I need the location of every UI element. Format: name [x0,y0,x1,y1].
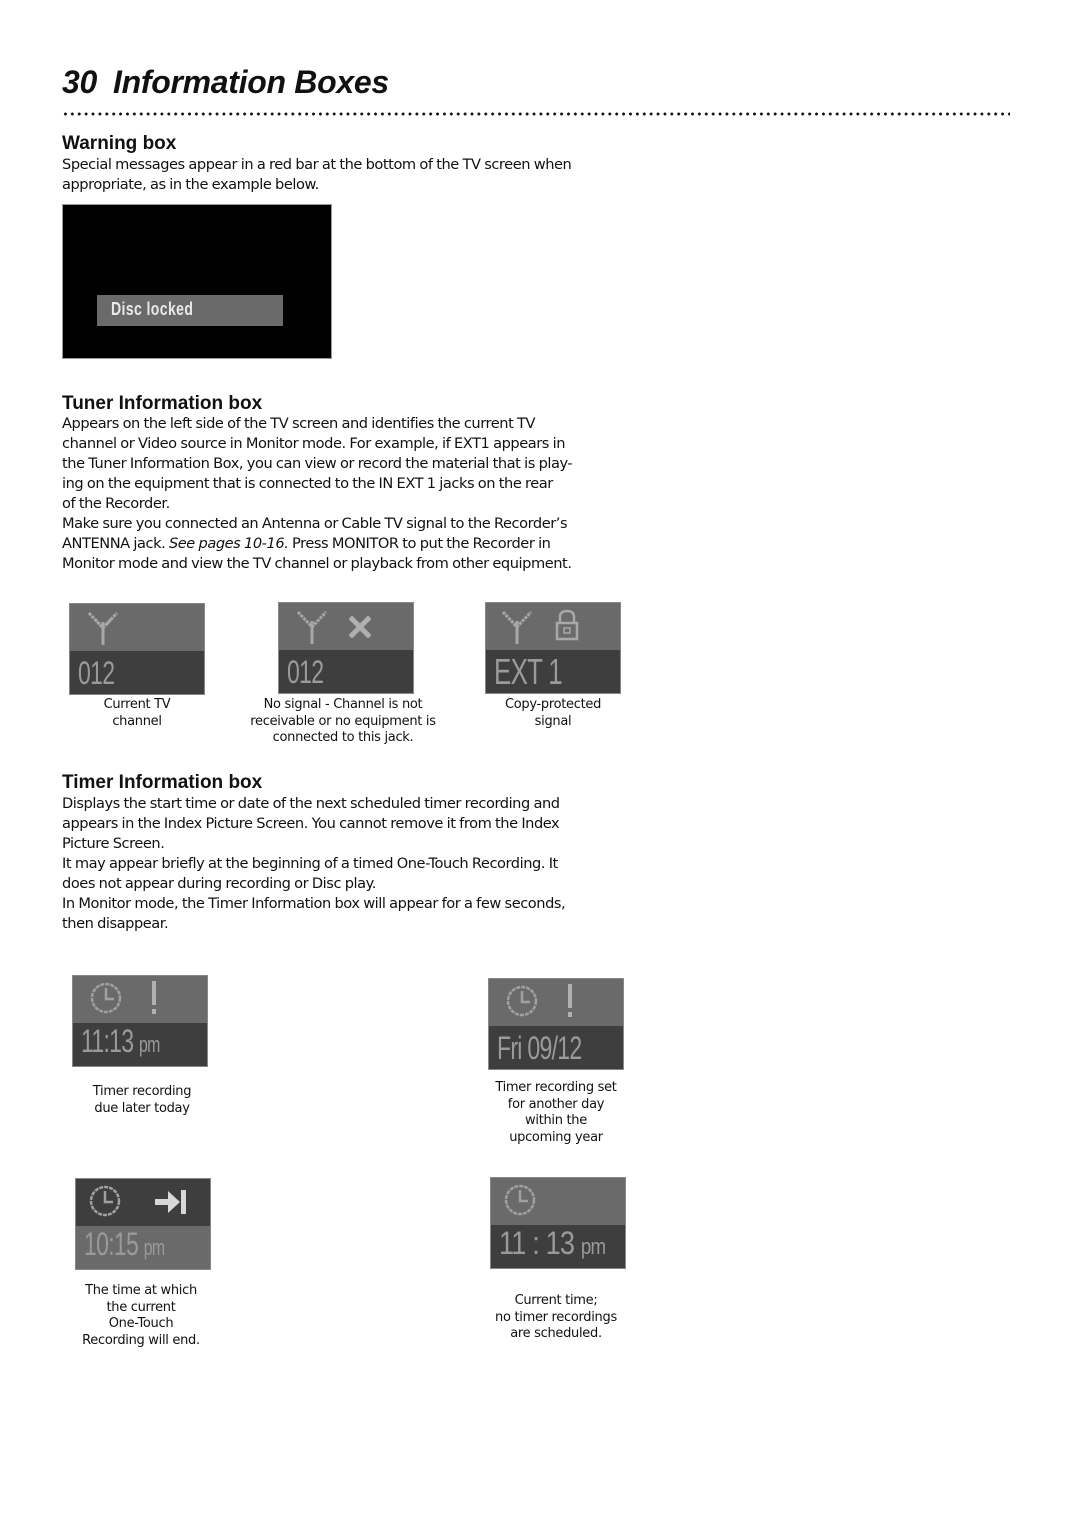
timer-box-caption: Timer recording due later today [62,1084,222,1117]
no-signal-x-icon [349,616,371,638]
text-line: does not appear during recording or Disc… [62,875,376,892]
text-line: Special messages appear in a red bar at … [62,156,572,173]
text-line: channel or Video source in Monitor mode.… [62,435,566,452]
text-line: In Monitor mode, the Timer Information b… [62,895,566,912]
timer-box-later-today: 11:13 pm [72,975,208,1067]
caption-line: are scheduled. [510,1326,602,1341]
timer-box-caption: Timer recording set for another day with… [476,1080,636,1146]
tuner-info-heading: Tuner Information box [62,393,263,414]
tuner-box-caption: Current TV channel [69,697,205,730]
tuner-info-description: Appears on the left side of the TV scree… [62,414,573,574]
channel-readout: 012 [78,655,115,691]
warning-message-text: Disc locked [111,299,194,319]
channel-readout: 012 [287,654,324,690]
current-time-readout: 11 : 13 pm [499,1224,606,1266]
clock-icon [89,1185,121,1217]
clock-icon [504,1184,536,1216]
lock-icon [555,609,579,641]
time-suffix: pm [143,1235,165,1260]
warning-box-heading: Warning box [62,133,177,154]
timer-info-description: Displays the start time or date of the n… [62,794,566,934]
timer-box-caption: The time at which the current One-Touch … [62,1283,220,1349]
end-time-readout: 10:15 pm [84,1225,165,1267]
text-line: the Tuner Information Box, you can view … [62,455,573,472]
time-readout: 11:13 pm [81,1022,160,1064]
text-line: appears in the Index Picture Screen. You… [62,815,560,832]
antenna-icon [501,610,533,644]
date-value: Fri 09/12 [497,1030,582,1066]
caption-line: upcoming year [509,1129,603,1145]
tuner-box-current-channel: 012 [69,603,205,695]
caption-line: No signal - Channel is not [263,697,423,712]
tuner-box-copy-protected: EXT 1 [485,602,621,694]
timer-box-one-touch-end: 10:15 pm [75,1178,211,1270]
caption-line: The time at which [85,1283,197,1298]
exclamation-icon [152,981,156,1014]
page-title: 30 Information Boxes [62,64,389,101]
caption-line: Timer recording set [495,1080,617,1095]
text-line: Displays the start time or date of the n… [62,795,560,812]
timer-box-caption: Current time; no timer recordings are sc… [476,1293,636,1343]
text-line: Appears on the left side of the TV scree… [62,415,536,432]
caption-line: Recording will end. [82,1332,200,1348]
caption-line: connected to this jack. [272,730,414,745]
tv-screen-example: Disc locked [62,204,332,359]
caption-line: Current TV [103,697,171,712]
text-line: ANTENNA jack. See pages 10-16. Press MON… [62,534,572,554]
caption-line: Timer recording [92,1084,192,1099]
page-reference: See pages 10-16. [168,535,289,552]
caption-line: receivable or no equipment is [250,713,436,729]
warning-box-description: Special messages appear in a red bar at … [62,155,572,195]
text-line: Monitor mode and view the TV channel or … [62,555,572,572]
text-line: Picture Screen. [62,835,165,852]
page-number: 30 [62,64,97,100]
skip-to-end-arrow-icon [155,1190,186,1214]
text-line: then disappear. [62,915,169,932]
antenna-icon [87,611,119,645]
caption-line: Current time; [514,1293,598,1308]
warning-message-bar: Disc locked [97,295,283,326]
timer-box-current-time: 11 : 13 pm [490,1177,626,1269]
dotted-divider [62,112,1010,116]
caption-line: Copy-protected [504,697,602,712]
page-title-text: Information Boxes [113,64,389,100]
caption-line: within the [525,1113,587,1128]
caption-line: the current [106,1299,176,1315]
tuner-box-caption: No signal - Channel is not receivable or… [238,697,448,747]
caption-line: due later today [94,1100,190,1116]
timer-box-another-day: Fri 09/12 [488,978,624,1070]
text-line: Make sure you connected an Antenna or Ca… [62,515,568,532]
text-line: of the Recorder. [62,495,170,512]
exclamation-icon [568,984,572,1017]
text-line: It may appear briefly at the beginning o… [62,855,558,872]
time-value: 11:13 [81,1023,134,1059]
text-span: Press MONITOR to put the Recorder in [288,535,551,552]
clock-icon [90,982,122,1014]
text-span: ANTENNA jack. [62,535,169,552]
text-line: ing on the equipment that is connected t… [62,475,553,492]
source-readout: EXT 1 [494,651,563,692]
time-suffix: pm [139,1032,160,1057]
tuner-box-caption: Copy-protected signal [473,697,633,730]
time-value: 11 : 13 [499,1225,575,1261]
caption-line: One-Touch [108,1316,174,1331]
tuner-box-no-signal: 012 [278,602,414,694]
antenna-icon [296,610,328,644]
time-suffix: pm [580,1234,606,1259]
caption-line: signal [534,713,572,729]
text-line: appropriate, as in the example below. [62,176,319,193]
timer-info-heading: Timer Information box [62,772,263,793]
time-value: 10:15 [84,1226,139,1262]
caption-line: for another day [507,1096,605,1112]
date-readout: Fri 09/12 [497,1029,582,1067]
caption-line: channel [112,713,162,729]
clock-icon [506,985,538,1017]
caption-line: no timer recordings [495,1309,617,1325]
